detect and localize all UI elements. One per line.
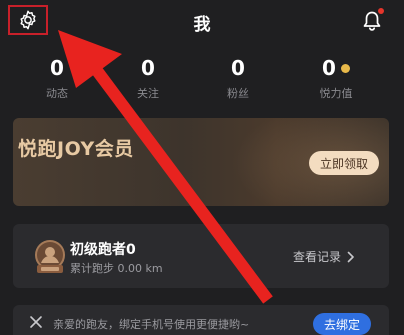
stat-followers[interactable]: 0 粉丝 [193,55,283,101]
page-title: 我 [193,15,211,35]
bind-phone-text: 亲爱的跑友，绑定手机号使用更便捷哟~ [53,318,250,331]
view-records-label: 查看记录 [293,250,342,264]
stat-joy-points-label: 悦力值 [319,87,353,100]
runner-level: 初级跑者0 [70,242,136,258]
bind-phone-button[interactable]: 去绑定 [313,313,371,335]
header-bar: 我 [0,0,404,44]
runner-level-card[interactable]: 初级跑者0 累计跑步 0.00 km 查看记录 [13,224,389,288]
coin-icon [340,63,350,73]
runner-badge-icon [35,240,65,273]
stat-following-value: 0 [141,56,155,80]
profile-screen: 我 0 动态 0 关注 0 粉丝 0 悦力值 悦跑JOY会员 立即领取 初级跑者… [0,0,404,335]
notification-dot [378,8,384,14]
view-records-link[interactable]: 查看记录 [293,248,355,265]
close-icon[interactable] [29,315,43,329]
stat-posts-label: 动态 [46,87,68,100]
stat-joy-points[interactable]: 0 悦力值 [291,55,381,101]
stat-posts[interactable]: 0 动态 [12,55,102,101]
stat-posts-value: 0 [50,56,64,80]
claim-now-button[interactable]: 立即领取 [309,151,379,175]
runner-distance: 累计跑步 0.00 km [70,262,163,275]
stat-joy-points-value-wrap: 0 [322,55,350,81]
stat-followers-value: 0 [231,56,245,80]
bind-phone-banner: 亲爱的跑友，绑定手机号使用更便捷哟~ 去绑定 [13,305,389,335]
membership-title: 悦跑JOY会员 [18,138,134,160]
stat-joy-points-value: 0 [322,56,336,80]
chevron-right-icon [347,251,354,262]
stats-row: 0 动态 0 关注 0 粉丝 0 悦力值 [0,55,404,105]
stat-following-label: 关注 [137,87,159,100]
stat-followers-label: 粉丝 [227,87,249,100]
stat-following[interactable]: 0 关注 [103,55,193,101]
membership-card[interactable]: 悦跑JOY会员 立即领取 [13,118,389,206]
